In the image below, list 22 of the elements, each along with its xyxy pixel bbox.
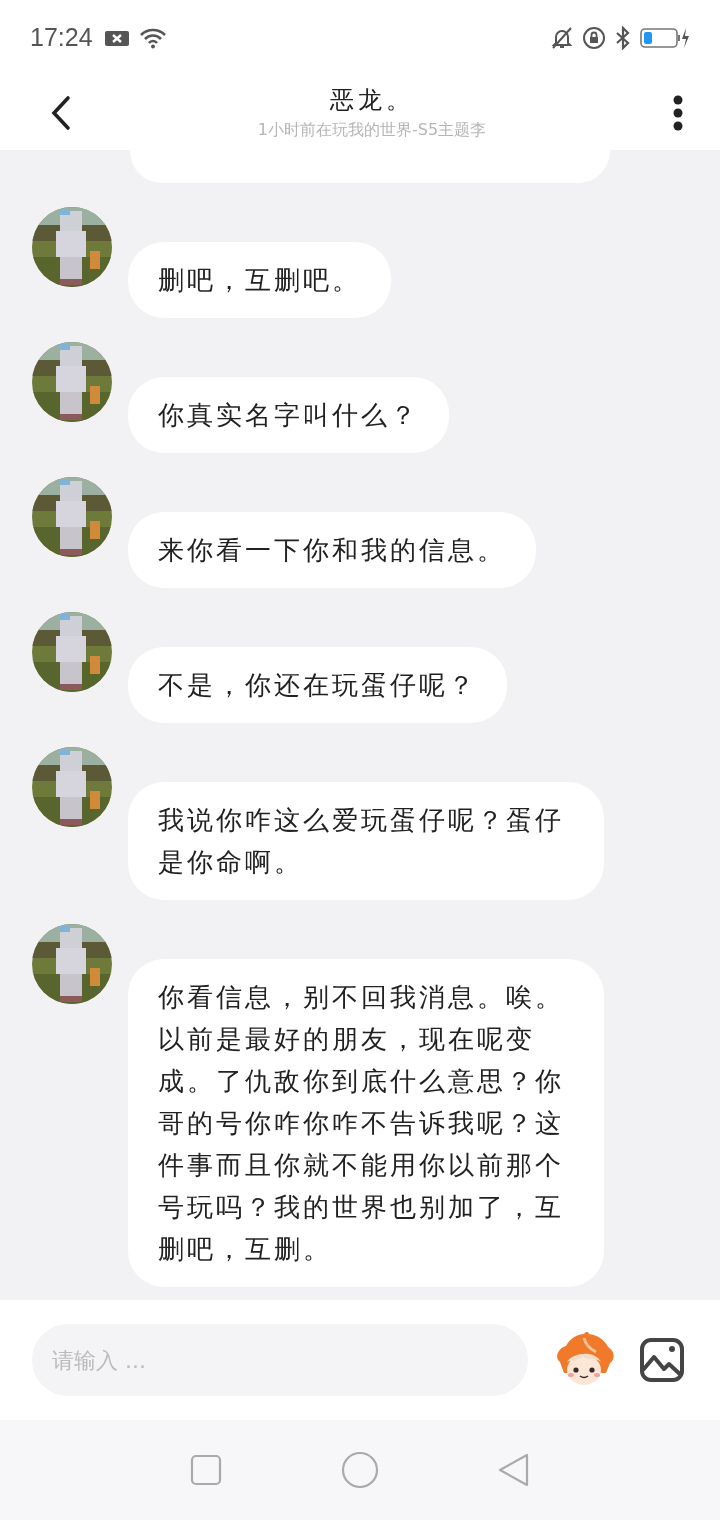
recents-icon[interactable] xyxy=(188,1453,223,1487)
status-subtitle: 1小时前在玩我的世界-S5主题李 xyxy=(257,120,487,141)
rotation-lock-icon xyxy=(582,25,606,50)
battery-icon xyxy=(640,25,690,50)
bell-muted-icon xyxy=(550,25,574,50)
bluetooth-icon xyxy=(614,25,632,50)
message-bubble: 删吧，互删吧。 xyxy=(128,242,391,318)
wifi-icon xyxy=(138,26,167,49)
message-bubble: 我说你咋这么爱玩蛋仔呢？蛋仔是你命啊。 xyxy=(128,782,604,900)
notification-icon xyxy=(104,28,131,47)
mascot-sticker-icon[interactable] xyxy=(554,1332,614,1388)
message-bubble: 不是，你还在玩蛋仔呢？ xyxy=(128,647,507,723)
image-icon[interactable] xyxy=(640,1338,684,1382)
status-time: 17:24 xyxy=(30,23,93,52)
message-bubble: 你真实名字叫什么？ xyxy=(128,377,449,453)
back-button[interactable] xyxy=(50,94,72,131)
message-bubble: 来你看一下你和我的信息。 xyxy=(128,512,536,588)
home-icon[interactable] xyxy=(340,1450,380,1490)
message-bubble: 你看信息，别不回我消息。唉。以前是最好的朋友，现在呢变成。了仇敌你到底什么意思？你哥的号你咋你咋不告诉我呢？这件事而且你就不能用你以前那个号玩吗？我的世界也别加了，互删吧，互删。 xyxy=(128,959,604,1287)
message-input[interactable]: 请输入 ... xyxy=(32,1324,528,1396)
chat-title: 恶龙。 xyxy=(330,85,414,116)
more-button[interactable] xyxy=(672,94,684,131)
